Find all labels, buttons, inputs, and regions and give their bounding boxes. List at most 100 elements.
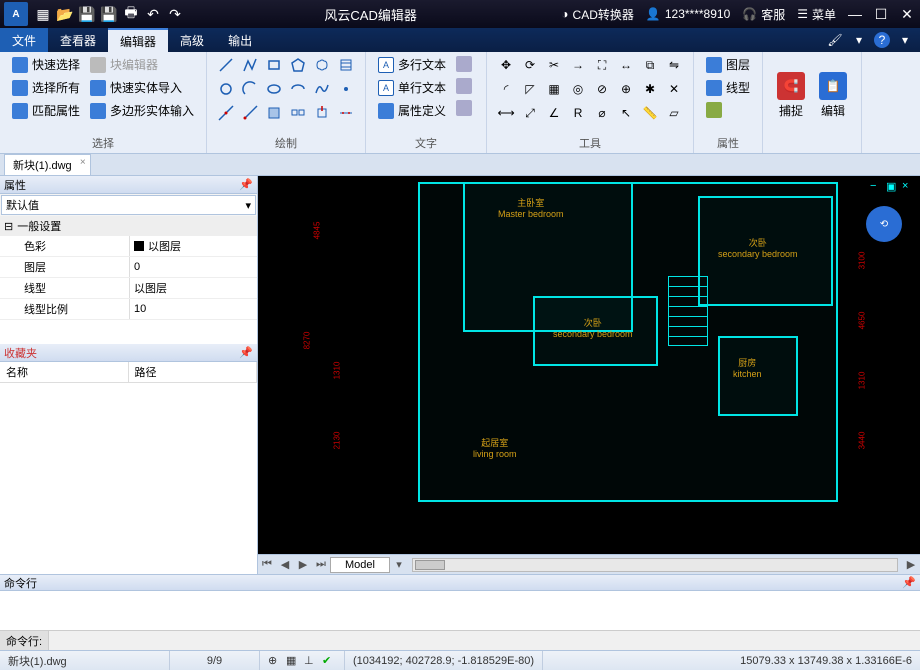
dim-diameter-icon[interactable]: ⌀ xyxy=(591,102,613,124)
undo-icon[interactable]: ↶ xyxy=(142,3,164,25)
revcloud-icon[interactable] xyxy=(311,54,333,76)
fav-col-name[interactable]: 名称 xyxy=(0,362,129,382)
saveas-icon[interactable]: 💾 xyxy=(98,3,120,25)
maximize-button[interactable]: ☐ xyxy=(868,1,894,27)
redo-icon[interactable]: ↷ xyxy=(164,3,186,25)
tab-viewer[interactable]: 查看器 xyxy=(48,28,108,52)
style-icon[interactable]: 🖌 xyxy=(826,31,844,49)
save-icon[interactable]: 💾 xyxy=(76,3,98,25)
textfind-icon[interactable] xyxy=(452,76,478,96)
tab-file[interactable]: 文件 xyxy=(0,28,48,52)
xline-icon[interactable] xyxy=(215,102,237,124)
properties-selector[interactable]: 默认值▾ xyxy=(1,195,256,215)
property-row-color[interactable]: 色彩以图层 xyxy=(0,236,257,257)
document-tab[interactable]: 新块(1).dwg× xyxy=(4,154,91,175)
area-icon[interactable]: ▱ xyxy=(663,102,685,124)
ellipse-icon[interactable] xyxy=(263,78,285,100)
command-history[interactable] xyxy=(0,591,920,630)
model-tab[interactable]: Model xyxy=(330,557,390,573)
fav-col-path[interactable]: 路径 xyxy=(129,362,258,382)
textstyle-icon[interactable] xyxy=(452,54,478,74)
minimize-button[interactable]: — xyxy=(842,1,868,27)
leader-icon[interactable]: ↖ xyxy=(615,102,637,124)
block-icon[interactable] xyxy=(287,102,309,124)
hatch-icon[interactable] xyxy=(335,54,357,76)
dropdown-icon[interactable]: ▾ xyxy=(850,31,868,49)
tab-nav-next-icon[interactable]: ▶ xyxy=(294,558,312,571)
viewport-close-icon[interactable]: × xyxy=(902,180,916,194)
pin-icon[interactable]: 📌 xyxy=(902,576,916,589)
layerstate-icon[interactable] xyxy=(702,100,754,120)
multiline-text-button[interactable]: A多行文本 xyxy=(374,54,450,75)
polyline-icon[interactable] xyxy=(239,54,261,76)
copy-icon[interactable]: ⧉ xyxy=(639,54,661,76)
dim-radius-icon[interactable]: R xyxy=(567,102,589,124)
drawing-canvas[interactable]: − ▣ × ⟲ 主卧室Master bedroom 次卧secondary be… xyxy=(258,176,920,554)
spline-icon[interactable] xyxy=(311,78,333,100)
property-row-linetype[interactable]: 线型以图层 xyxy=(0,278,257,299)
fillet-icon[interactable]: ◜ xyxy=(495,78,517,100)
grid-toggle-icon[interactable]: ▦ xyxy=(286,654,300,668)
rect-icon[interactable] xyxy=(263,54,285,76)
property-category[interactable]: ⊟一般设置 xyxy=(0,216,257,236)
tab-nav-prev-icon[interactable]: ◀ xyxy=(276,558,294,571)
pin-icon[interactable]: 📌 xyxy=(239,346,253,359)
command-input[interactable] xyxy=(49,635,920,647)
dim-linear-icon[interactable]: ⟷ xyxy=(495,102,517,124)
tab-dropdown-icon[interactable]: ▾ xyxy=(390,558,408,571)
match-props-button[interactable]: 匹配属性 xyxy=(8,100,84,121)
circle-icon[interactable] xyxy=(215,78,237,100)
point-icon[interactable] xyxy=(335,78,357,100)
tab-editor[interactable]: 编辑器 xyxy=(108,28,168,52)
edit-button[interactable]: 📋 编辑 xyxy=(813,54,853,137)
scale-icon[interactable]: ⛶ xyxy=(591,54,613,76)
array-icon[interactable]: ▦ xyxy=(543,78,565,100)
singleline-text-button[interactable]: A单行文本 xyxy=(374,77,450,98)
move-icon[interactable]: ✥ xyxy=(495,54,517,76)
tab-nav-last-icon[interactable]: ⏭ xyxy=(312,558,330,571)
mirror-icon[interactable]: ⇋ xyxy=(663,54,685,76)
textedit-icon[interactable] xyxy=(452,98,478,118)
pin-icon[interactable]: 📌 xyxy=(239,178,253,191)
rotate-icon[interactable]: ⟳ xyxy=(519,54,541,76)
dim-angular-icon[interactable]: ∠ xyxy=(543,102,565,124)
polar-toggle-icon[interactable]: ✔ xyxy=(322,654,336,668)
region-icon[interactable] xyxy=(263,102,285,124)
open-icon[interactable]: 📂 xyxy=(54,3,76,25)
print-icon[interactable]: 🖶 xyxy=(120,3,142,25)
stretch-icon[interactable]: ↔ xyxy=(615,54,637,76)
attribute-def-button[interactable]: 属性定义 xyxy=(374,100,450,121)
explode-icon[interactable]: ✱ xyxy=(639,78,661,100)
horizontal-scrollbar[interactable] xyxy=(412,558,898,572)
arc-icon[interactable] xyxy=(239,78,261,100)
dim-aligned-icon[interactable]: ⤢ xyxy=(519,102,541,124)
line-icon[interactable] xyxy=(215,54,237,76)
layer-button[interactable]: 图层 xyxy=(702,54,754,75)
tab-advanced[interactable]: 高级 xyxy=(168,28,216,52)
menu-button[interactable]: ☰菜单 xyxy=(791,6,842,23)
ellipsearc-icon[interactable] xyxy=(287,78,309,100)
new-icon[interactable]: ▦ xyxy=(32,3,54,25)
fast-entity-import-button[interactable]: 快速实体导入 xyxy=(86,77,198,98)
property-row-ltscale[interactable]: 线型比例10 xyxy=(0,299,257,320)
ortho-toggle-icon[interactable]: ⊥ xyxy=(304,654,318,668)
polygon-icon[interactable] xyxy=(287,54,309,76)
linetype-button[interactable]: 线型 xyxy=(702,77,754,98)
divide-icon[interactable] xyxy=(335,102,357,124)
insert-icon[interactable] xyxy=(311,102,333,124)
ray-icon[interactable] xyxy=(239,102,261,124)
close-button[interactable]: ✕ xyxy=(894,1,920,27)
offset-icon[interactable]: ◎ xyxy=(567,78,589,100)
tab-output[interactable]: 输出 xyxy=(216,28,264,52)
extend-icon[interactable]: → xyxy=(567,54,589,76)
tab-nav-first-icon[interactable]: ⏮ xyxy=(258,558,276,571)
help-icon[interactable]: ? xyxy=(874,32,890,48)
trim-icon[interactable]: ✂ xyxy=(543,54,565,76)
snap-button[interactable]: 🧲 捕捉 xyxy=(771,54,811,137)
scroll-right-icon[interactable]: ▶ xyxy=(902,558,920,571)
chamfer-icon[interactable]: ◸ xyxy=(519,78,541,100)
viewport-max-icon[interactable]: ▣ xyxy=(886,180,900,194)
close-tab-icon[interactable]: × xyxy=(80,157,86,168)
help-drop-icon[interactable]: ▾ xyxy=(896,31,914,49)
property-row-layer[interactable]: 图层0 xyxy=(0,257,257,278)
